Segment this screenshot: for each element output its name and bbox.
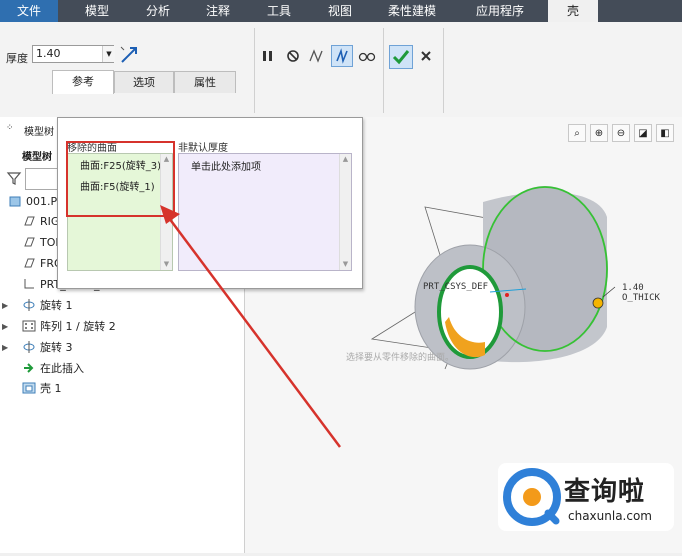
watermark-url: chaxunla.com <box>568 509 652 523</box>
watermark-brand: 查询啦 <box>564 477 646 507</box>
watermark-logo: 查询啦 chaxunla.com <box>498 463 674 531</box>
